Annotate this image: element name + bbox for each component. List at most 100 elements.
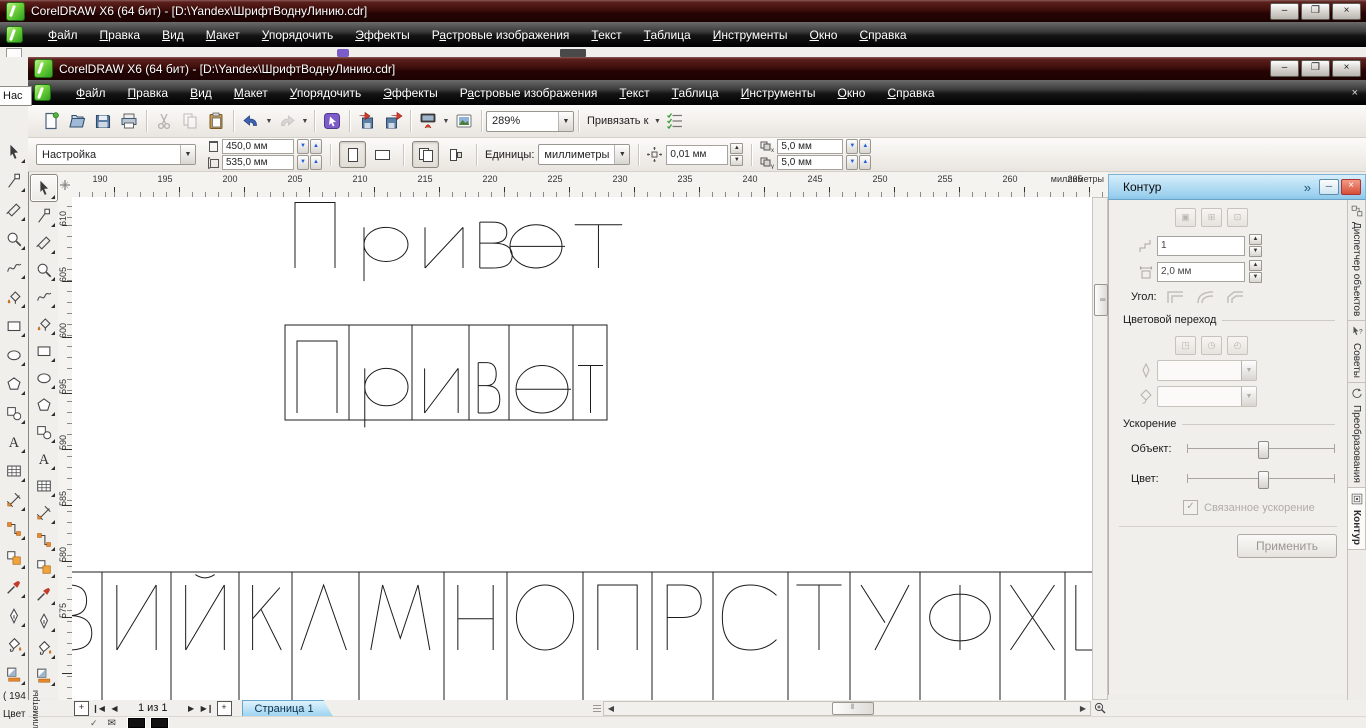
docker-chevron-icon[interactable]: »: [1304, 180, 1311, 195]
spin-down-icon[interactable]: ▼: [730, 155, 744, 166]
contour-offset-field[interactable]: 2,0 мм: [1157, 261, 1245, 282]
rectangle-tool[interactable]: [1, 313, 27, 339]
freehand-tool[interactable]: [1, 255, 27, 281]
connector-tool[interactable]: [31, 527, 57, 553]
export-button[interactable]: [380, 108, 406, 134]
spin-up-icon[interactable]: ▲: [859, 139, 872, 154]
clockwise-blend-button[interactable]: ◷: [1201, 336, 1222, 355]
menu-item-Справка[interactable]: Справка: [876, 85, 945, 101]
parallel-dimension-tool[interactable]: [1, 487, 27, 513]
menu-item-Таблица[interactable]: Таблица: [661, 85, 730, 101]
docker-tab-Преобразования[interactable]: Преобразования: [1348, 383, 1366, 489]
outline-swatch[interactable]: [150, 718, 168, 728]
outline-pen-tool[interactable]: [31, 608, 57, 634]
chevron-down-icon[interactable]: ▼: [614, 145, 630, 164]
chevron-down-icon[interactable]: ▼: [1241, 361, 1256, 380]
menu-item-Инструменты[interactable]: Инструменты: [730, 85, 827, 101]
menu-item-Макет[interactable]: Макет: [195, 27, 251, 43]
vertical-ruler[interactable]: 610 605 600 595 590 585 580 575: [58, 197, 73, 700]
menu-item-Таблица[interactable]: Таблица: [633, 27, 702, 43]
zoom-tool[interactable]: [31, 257, 57, 283]
spin-up-icon[interactable]: ▲: [859, 155, 872, 170]
outer-minimize-button[interactable]: –: [1270, 2, 1299, 20]
search-content-button[interactable]: [319, 108, 345, 134]
chevron-down-icon[interactable]: ▼: [652, 110, 662, 132]
menu-item-Упорядочить[interactable]: Упорядочить: [279, 85, 372, 101]
docker-tab-Контур[interactable]: Контур: [1348, 488, 1366, 551]
fill-color-combo[interactable]: ▼: [1157, 386, 1257, 407]
crop-tool[interactable]: [31, 230, 57, 256]
outside-contour-button[interactable]: ⊡: [1227, 208, 1248, 227]
inner-minimize-button[interactable]: –: [1270, 60, 1299, 77]
menu-item-Справка[interactable]: Справка: [848, 27, 917, 43]
miter-corner-button[interactable]: [1165, 288, 1187, 306]
color-eyedropper-tool[interactable]: [1, 574, 27, 600]
menu-item-Окно[interactable]: Окно: [799, 27, 849, 43]
crop-tool[interactable]: [1, 197, 27, 223]
vertical-scrollbar[interactable]: ⦀: [1092, 197, 1108, 700]
spin-down-icon[interactable]: ▼: [297, 155, 309, 170]
duplicate-y-field[interactable]: 5,0 мм: [777, 155, 844, 170]
navigator-zoom-button[interactable]: [1091, 701, 1108, 716]
page-tab[interactable]: Страница 1: [242, 700, 333, 716]
splitter-handle[interactable]: [593, 702, 601, 714]
connector-tool[interactable]: [1, 516, 27, 542]
next-page-icon[interactable]: ▶: [185, 704, 198, 713]
ellipse-tool[interactable]: [31, 365, 57, 391]
chevron-down-icon[interactable]: ▼: [1241, 387, 1256, 406]
apply-button[interactable]: Применить: [1237, 534, 1337, 558]
fill-swatch[interactable]: [127, 718, 145, 728]
text-tool[interactable]: А: [31, 446, 57, 472]
linked-acceleration-checkbox[interactable]: ✓: [1183, 500, 1198, 515]
open-button[interactable]: [64, 108, 90, 134]
duplicate-x-field[interactable]: 5,0 мм: [777, 139, 844, 154]
print-button[interactable]: [116, 108, 142, 134]
color-eyedropper-tool[interactable]: [31, 581, 57, 607]
document-close-icon[interactable]: ×: [1352, 87, 1358, 99]
inner-restore-button[interactable]: ❐: [1301, 60, 1330, 77]
contour-steps-field[interactable]: 1: [1157, 235, 1245, 256]
counterclockwise-blend-button[interactable]: ◴: [1227, 336, 1248, 355]
spin-down-icon[interactable]: ▼: [846, 139, 859, 154]
app-launcher-button[interactable]: [415, 108, 441, 134]
menu-item-Макет[interactable]: Макет: [223, 85, 279, 101]
chevron-down-icon[interactable]: ▼: [180, 145, 195, 164]
spin-up-icon[interactable]: ▲: [310, 139, 322, 154]
chevron-down-icon[interactable]: ▼: [441, 110, 451, 132]
menu-item-Окно[interactable]: Окно: [827, 85, 877, 101]
color-accel-slider[interactable]: [1187, 470, 1335, 489]
menu-item-Эффекты[interactable]: Эффекты: [372, 85, 449, 101]
interactive-fill-tool[interactable]: [1, 661, 27, 687]
pick-tool[interactable]: [1, 139, 27, 165]
object-accel-slider-thumb[interactable]: [1258, 441, 1270, 459]
import-button[interactable]: [354, 108, 380, 134]
bevel-corner-button[interactable]: [1225, 288, 1247, 306]
smart-fill-tool[interactable]: [31, 311, 57, 337]
page-width-field[interactable]: 450,0 мм: [222, 139, 294, 154]
portrait-button[interactable]: [339, 141, 366, 168]
pen-check-icon[interactable]: ✓: [90, 718, 98, 728]
horizontal-scrollbar[interactable]: ◀ ⦀ ▶: [603, 700, 1091, 716]
new-document-button[interactable]: [38, 108, 64, 134]
ellipse-tool[interactable]: [1, 342, 27, 368]
spin-up-icon[interactable]: ▲: [1249, 260, 1262, 271]
spin-up-icon[interactable]: ▲: [1249, 234, 1262, 245]
shape-tool[interactable]: [1, 168, 27, 194]
docker-minimize-button[interactable]: ─: [1319, 179, 1339, 195]
menu-item-Инструменты[interactable]: Инструменты: [702, 27, 799, 43]
spin-down-icon[interactable]: ▼: [846, 155, 859, 170]
linear-blend-button[interactable]: ◳: [1175, 336, 1196, 355]
paste-button[interactable]: [203, 108, 229, 134]
text-tool[interactable]: А: [1, 429, 27, 455]
copy-button[interactable]: [177, 108, 203, 134]
horizontal-scrollbar-thumb[interactable]: ⦀: [832, 701, 874, 715]
add-page-icon-2[interactable]: +: [216, 700, 232, 716]
menu-item-Файл[interactable]: Файл: [65, 85, 117, 101]
current-page-button[interactable]: [443, 142, 468, 167]
interactive-fill-tool[interactable]: [31, 662, 57, 688]
horizontal-ruler[interactable]: 190 195 200 205 210 215 220 225 230 235 240 245 250 2…: [72, 172, 1213, 198]
color-accel-slider-thumb[interactable]: [1258, 471, 1270, 489]
freehand-tool[interactable]: [31, 284, 57, 310]
options-button[interactable]: [662, 108, 688, 134]
scroll-left-icon[interactable]: ◀: [604, 704, 618, 713]
